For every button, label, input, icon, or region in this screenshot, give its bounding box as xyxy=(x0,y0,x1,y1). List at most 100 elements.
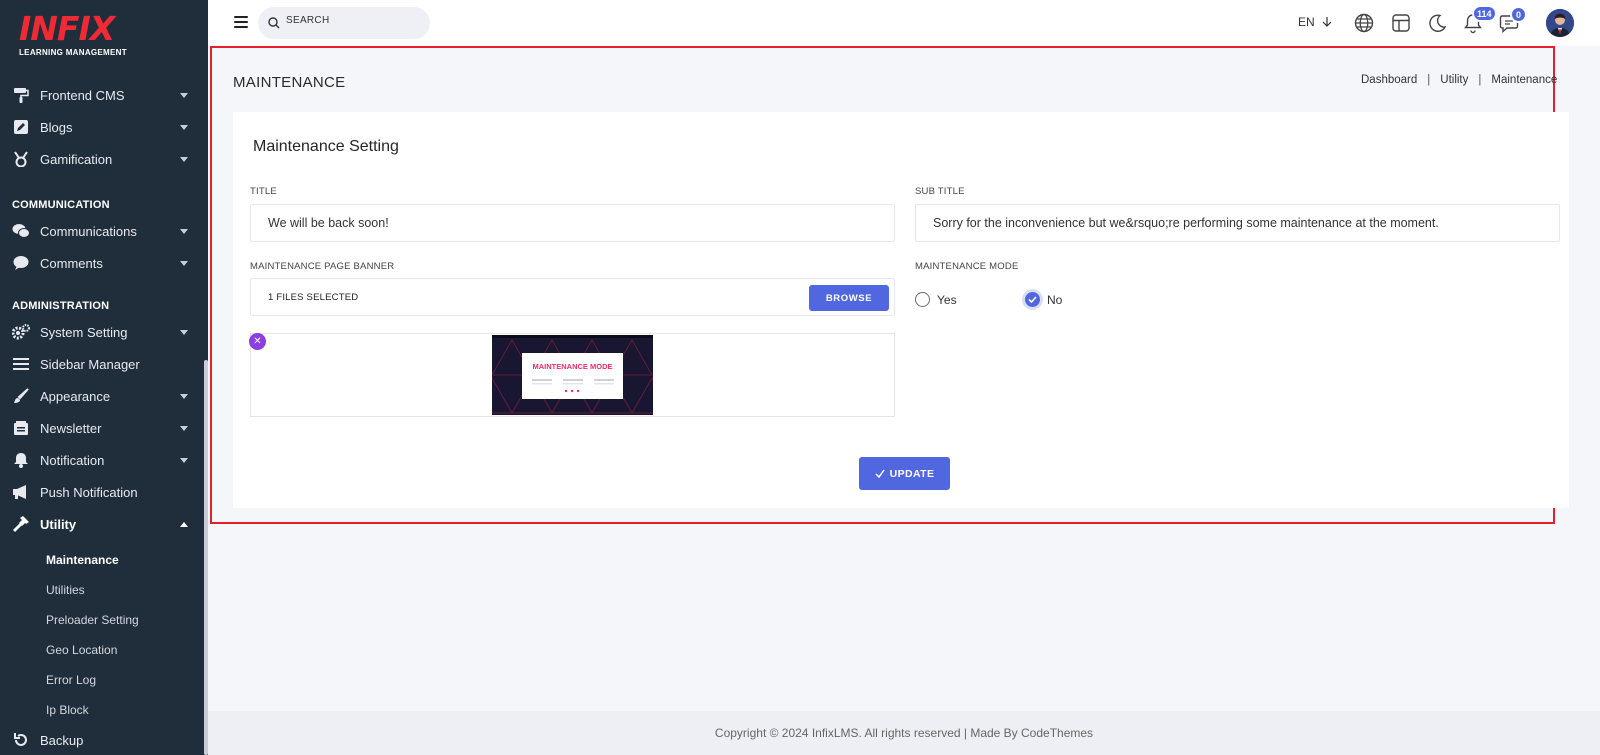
title-input[interactable] xyxy=(250,204,895,242)
gears-icon xyxy=(11,322,31,342)
language-select[interactable]: EN xyxy=(1298,15,1332,29)
check-icon xyxy=(875,469,885,478)
sidebar-subitem-ip-block[interactable]: Ip Block xyxy=(46,703,89,717)
chevron-down-icon xyxy=(180,458,188,463)
sidebar-subitem-maintenance[interactable]: Maintenance xyxy=(46,553,119,567)
sidebar-item-label: Utility xyxy=(40,516,77,532)
moon-icon[interactable] xyxy=(1426,12,1448,34)
footer-copyright: Copyright © 2024 InfixLMS. All rights re… xyxy=(714,726,1094,740)
section-title-communication: COMMUNICATION xyxy=(12,199,110,211)
sidebar-item-push-notification[interactable]: Push Notification xyxy=(0,478,200,506)
list-icon xyxy=(11,354,31,374)
search-icon xyxy=(268,17,280,29)
card-title: Maintenance Setting xyxy=(253,138,399,155)
sidebar-item-label: System Setting xyxy=(40,324,128,340)
logo-text: INFIX xyxy=(19,9,115,48)
chevron-up-icon xyxy=(180,522,188,527)
sidebar-item-comments[interactable]: Comments xyxy=(0,249,200,277)
chevron-down-icon xyxy=(180,157,188,162)
search-box xyxy=(258,7,430,39)
menu-toggle-icon[interactable] xyxy=(234,16,248,28)
sidebar-item-label: Backup xyxy=(40,732,84,748)
sidebar-subitem-preloader-setting[interactable]: Preloader Setting xyxy=(46,613,139,627)
sidebar-item-appearance[interactable]: Appearance xyxy=(0,382,200,410)
browse-button[interactable]: BROWSE xyxy=(809,285,889,311)
sidebar-item-label: Communications xyxy=(40,223,137,239)
mode-no-radio[interactable]: No xyxy=(1025,292,1062,307)
files-selected-text: 1 FILES SELECTED xyxy=(268,292,359,303)
section-title-administration: ADMINISTRATION xyxy=(12,300,110,312)
logo[interactable]: INFIX LEARNING MANAGEMENT xyxy=(19,9,127,58)
comment-icon xyxy=(11,253,31,273)
breadcrumb-dashboard[interactable]: Dashboard xyxy=(1361,74,1417,86)
avatar[interactable] xyxy=(1546,9,1574,37)
layout-icon[interactable] xyxy=(1390,12,1412,34)
breadcrumb-separator: | xyxy=(1427,74,1431,86)
footer: Copyright © 2024 InfixLMS. All rights re… xyxy=(208,711,1600,755)
sidebar-item-blogs[interactable]: Blogs xyxy=(0,113,200,141)
subtitle-input[interactable] xyxy=(915,204,1560,242)
bell-icon xyxy=(11,450,31,470)
sidebar-item-label: Push Notification xyxy=(40,484,138,500)
breadcrumb: Dashboard | Utility | Maintenance xyxy=(1361,74,1557,86)
sidebar-item-system-setting[interactable]: System Setting xyxy=(0,318,200,346)
sidebar-item-notification[interactable]: Notification xyxy=(0,446,200,474)
sidebar-item-label: Comments xyxy=(40,255,103,271)
chevron-down-icon xyxy=(180,93,188,98)
chevron-down-icon xyxy=(180,426,188,431)
chevron-down-icon xyxy=(180,229,188,234)
sidebar-item-frontend-cms[interactable]: Frontend CMS xyxy=(0,81,200,109)
language-label: EN xyxy=(1298,15,1315,29)
sidebar-item-label: Frontend CMS xyxy=(40,87,125,103)
update-button[interactable]: UPDATE xyxy=(859,457,950,490)
subtitle-label: SUB TITLE xyxy=(915,186,965,197)
radio-checked-icon xyxy=(1025,292,1040,307)
arrow-down-icon xyxy=(1322,17,1332,27)
radio-label-yes: Yes xyxy=(937,292,957,307)
search-input[interactable] xyxy=(286,15,416,26)
breadcrumb-utility[interactable]: Utility xyxy=(1440,74,1468,86)
hammer-icon xyxy=(11,514,31,534)
sidebar-item-gamification[interactable]: Gamification xyxy=(0,145,200,173)
message-count-badge: 0 xyxy=(1510,6,1527,23)
sidebar-item-label: Sidebar Manager xyxy=(40,356,140,372)
remove-banner-close-icon[interactable]: ✕ xyxy=(249,333,266,350)
sidebar-item-communications[interactable]: Communications xyxy=(0,217,200,245)
sidebar-item-label: Notification xyxy=(40,452,105,468)
sidebar-item-label: Blogs xyxy=(40,119,73,135)
restore-icon xyxy=(11,730,31,750)
banner-file-field[interactable]: 1 FILES SELECTED BROWSE xyxy=(250,278,895,316)
chevron-down-icon xyxy=(180,125,188,130)
sidebar-subitem-geo-location[interactable]: Geo Location xyxy=(46,643,117,657)
sidebar: INFIX LEARNING MANAGEMENT Frontend CMS B… xyxy=(0,0,208,755)
sidebar-item-utility[interactable]: Utility xyxy=(0,510,200,538)
breadcrumb-separator: | xyxy=(1478,74,1482,86)
paint-roller-icon xyxy=(11,85,31,105)
sidebar-subitem-utilities[interactable]: Utilities xyxy=(46,583,85,597)
radio-label-no: No xyxy=(1047,292,1063,307)
topbar: EN 114 0 xyxy=(208,0,1600,46)
megaphone-icon xyxy=(11,482,31,502)
chevron-down-icon xyxy=(180,330,188,335)
radio-unchecked-icon xyxy=(915,292,930,307)
logo-subtitle: LEARNING MANAGEMENT xyxy=(19,48,127,57)
banner-details-image xyxy=(532,379,614,393)
mode-yes-radio[interactable]: Yes xyxy=(915,292,957,307)
brush-icon xyxy=(11,386,31,406)
sidebar-scrollbar[interactable] xyxy=(204,360,208,755)
update-button-label: UPDATE xyxy=(889,467,935,480)
sidebar-item-label: Appearance xyxy=(40,388,111,404)
breadcrumb-maintenance: Maintenance xyxy=(1491,74,1558,86)
notification-count-badge: 114 xyxy=(1472,5,1497,22)
newspaper-icon xyxy=(11,418,31,438)
sidebar-item-sidebar-manager[interactable]: Sidebar Manager xyxy=(0,350,200,378)
maintenance-mode-label: MAINTENANCE MODE xyxy=(915,261,1019,272)
sidebar-item-label: Newsletter xyxy=(40,420,102,436)
sidebar-item-backup[interactable]: Backup xyxy=(0,726,200,754)
sidebar-subitem-error-log[interactable]: Error Log xyxy=(46,673,96,687)
chevron-down-icon xyxy=(180,261,188,266)
globe-icon[interactable] xyxy=(1353,12,1375,34)
banner-card: MAINTENANCE MODE xyxy=(522,353,623,399)
page-title: MAINTENANCE xyxy=(233,74,346,91)
sidebar-item-newsletter[interactable]: Newsletter xyxy=(0,414,200,442)
